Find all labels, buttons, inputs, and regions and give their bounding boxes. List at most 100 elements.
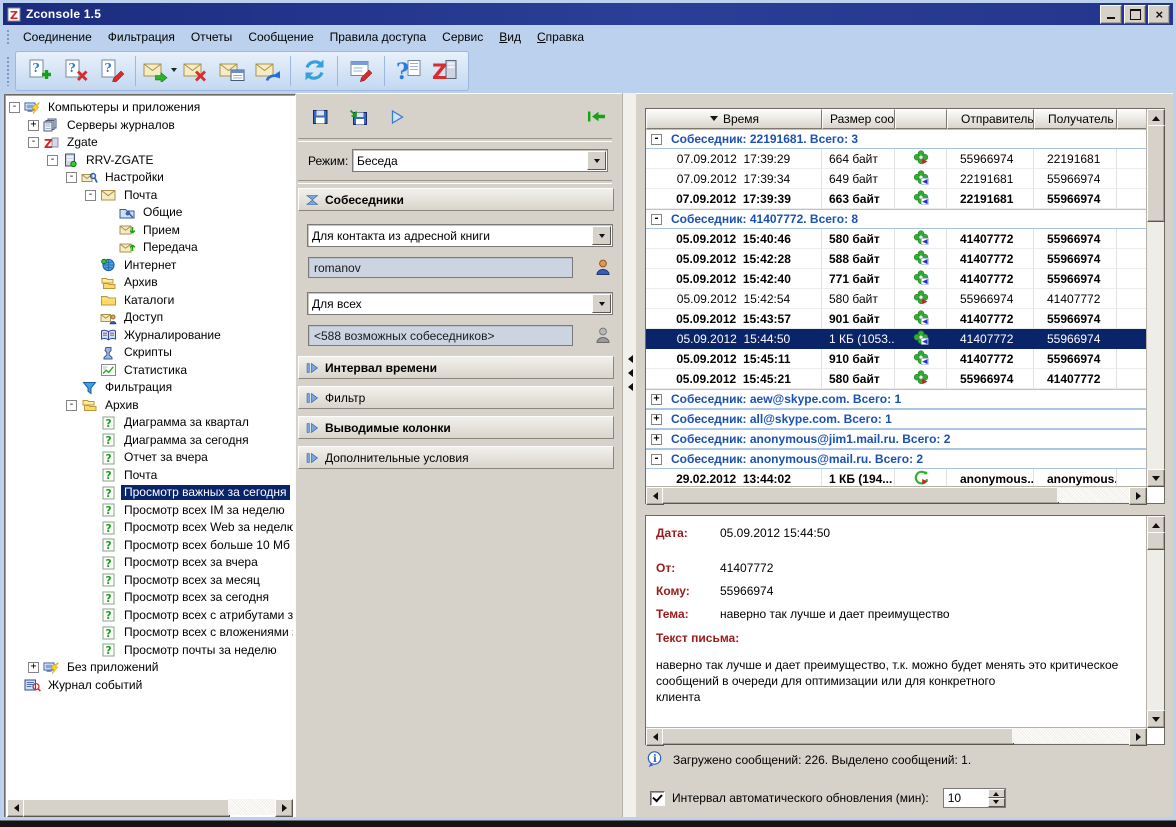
section-extra-conditions[interactable]: Дополнительные условия	[298, 446, 614, 469]
scroll-right-button[interactable]	[275, 799, 293, 817]
message-row[interactable]: 05.09.2012 15:44:501 КБ (1053...41407772…	[646, 329, 1147, 349]
tree-item[interactable]: Фильтрация	[7, 379, 293, 397]
tree-item[interactable]: ?Диаграмма за сегодня	[7, 432, 293, 450]
tree-item-label[interactable]: Просмотр всех с вложениями з	[121, 625, 293, 640]
table-vertical-scrollbar[interactable]	[1146, 109, 1164, 487]
tree-item[interactable]: ?Просмотр всех больше 10 Мб	[7, 537, 293, 555]
group-row[interactable]: +Собеседник: anonymous@jim1.mail.ru. Все…	[646, 429, 1147, 449]
tree-item[interactable]: ?Почта	[7, 467, 293, 485]
collapse-box[interactable]: -	[651, 214, 662, 225]
contact1-filter-combobox[interactable]: Для контакта из адресной книги	[307, 224, 613, 247]
tree-item[interactable]: Журналирование	[7, 327, 293, 345]
save-as-button[interactable]	[348, 108, 370, 128]
scrollbar-thumb[interactable]	[23, 799, 230, 817]
maximize-button[interactable]	[1124, 5, 1146, 24]
section-filter[interactable]: Фильтр	[298, 386, 614, 409]
message-row[interactable]: 05.09.2012 15:42:28588 байт4140777255966…	[646, 249, 1147, 269]
tree-item[interactable]: Скрипты	[7, 344, 293, 362]
scrollbar-thumb[interactable]	[662, 487, 1059, 504]
tree-item[interactable]: Каталоги	[7, 292, 293, 310]
tree-item-label[interactable]: Каталоги	[121, 293, 177, 308]
tree-item-label[interactable]: Передача	[140, 240, 201, 255]
tree-item-label[interactable]: Фильтрация	[102, 380, 175, 395]
tree-item-label[interactable]: Скрипты	[121, 345, 175, 360]
contact2-filter-combobox[interactable]: Для всех	[307, 292, 613, 315]
run-query-button[interactable]	[386, 108, 408, 128]
tree-item[interactable]: Доступ	[7, 309, 293, 327]
tree-item-label[interactable]: Отчет за вчера	[121, 450, 211, 465]
dropdown-arrow-icon[interactable]	[592, 294, 611, 313]
tree-item[interactable]: -ZZgate	[7, 134, 293, 152]
tree-item[interactable]: ?Просмотр всех с вложениями з	[7, 624, 293, 642]
tree-item-label[interactable]: Диаграмма за сегодня	[121, 433, 252, 448]
tree-item-label[interactable]: Журнал событий	[45, 678, 145, 693]
menu-item-отчеты[interactable]: Отчеты	[183, 27, 240, 47]
auto-refresh-checkbox[interactable]	[650, 791, 665, 806]
tree-item-label[interactable]: Серверы журналов	[64, 118, 178, 133]
tree-item-label[interactable]: Просмотр важных за сегодня	[121, 485, 290, 500]
scroll-right-button[interactable]	[1129, 728, 1147, 746]
group-row[interactable]: +Собеседник: all@skype.com. Всего: 1	[646, 409, 1147, 429]
message-row[interactable]: 05.09.2012 15:40:46580 байт4140777255966…	[646, 229, 1147, 249]
column-header-Получатель[interactable]: Получатель	[1034, 109, 1117, 129]
tree-item[interactable]: ?Просмотр всех Web за неделю	[7, 519, 293, 537]
message-row[interactable]: 05.09.2012 15:42:40771 байт4140777255966…	[646, 269, 1147, 289]
scroll-right-button[interactable]	[1129, 487, 1147, 505]
message-row[interactable]: 07.09.2012 17:39:39663 байт2219168155966…	[646, 189, 1147, 209]
about-zgate-button[interactable]: Z	[426, 54, 462, 88]
scrollbar-thumb[interactable]	[662, 728, 1014, 745]
tree-item-label[interactable]: Статистика	[121, 363, 190, 378]
scrollbar-thumb[interactable]	[1147, 125, 1165, 222]
person-icon[interactable]	[594, 258, 612, 276]
tree-item-label[interactable]: Просмотр почты за неделю	[121, 643, 280, 658]
tree-item-label[interactable]: Журналирование	[121, 328, 224, 343]
message-row[interactable]: 07.09.2012 17:39:34649 байт2219168155966…	[646, 169, 1147, 189]
collapse-box[interactable]: -	[651, 454, 662, 465]
tree-horizontal-scrollbar[interactable]	[7, 799, 293, 815]
tree-item-label[interactable]: Zgate	[64, 135, 101, 150]
help-button[interactable]: ?	[390, 54, 426, 88]
tree-item-label[interactable]: Просмотр всех IM за неделю	[121, 503, 288, 518]
collapse-box[interactable]: -	[85, 190, 96, 201]
tree-item-label[interactable]: Почта	[121, 468, 160, 483]
save-button[interactable]	[310, 108, 332, 128]
menu-item-правила-доступа[interactable]: Правила доступа	[322, 27, 435, 47]
mode-combobox[interactable]: Беседа	[352, 149, 608, 172]
expand-box[interactable]: +	[28, 120, 39, 131]
forward-message-button[interactable]	[141, 54, 177, 88]
tree-item-label[interactable]: Прием	[140, 223, 183, 238]
column-header-icon[interactable]	[895, 109, 947, 129]
tree-item-label[interactable]: Общие	[140, 205, 185, 220]
group-row[interactable]: +Собеседник: aew@skype.com. Всего: 1	[646, 389, 1147, 409]
spin-up-button[interactable]	[988, 789, 1005, 798]
collapse-box[interactable]: -	[9, 102, 20, 113]
tree-item[interactable]: +Без приложений	[7, 659, 293, 677]
menu-item-справка[interactable]: Справка	[529, 27, 592, 47]
tree-item[interactable]: ?Просмотр почты за неделю	[7, 642, 293, 660]
tree-item[interactable]: -Почта	[7, 187, 293, 205]
message-row[interactable]: 07.09.2012 17:39:29664 байт5596697422191…	[646, 149, 1147, 169]
tree-item[interactable]: ?Просмотр всех за месяц	[7, 572, 293, 590]
tree-item[interactable]: Общие	[7, 204, 293, 222]
scrollbar-track[interactable]	[1012, 728, 1131, 743]
tree-item[interactable]: -Компьютеры и приложения	[7, 99, 293, 117]
close-button[interactable]: ×	[1148, 5, 1170, 24]
resend-message-button[interactable]	[249, 54, 285, 88]
tree-item[interactable]: ?Просмотр всех с атрибутами за	[7, 607, 293, 625]
tree-item-label[interactable]: Просмотр всех за вчера	[121, 555, 261, 570]
dropdown-caret-icon[interactable]	[171, 68, 177, 75]
tree-item[interactable]: Интернет	[7, 257, 293, 275]
message-row[interactable]: 29.02.2012 13:44:021 КБ (194...anonymous…	[646, 469, 1147, 487]
tree-item-label[interactable]: Просмотр всех больше 10 Мб	[121, 538, 293, 553]
collapse-box[interactable]: -	[66, 400, 77, 411]
expand-box[interactable]: +	[651, 434, 662, 445]
message-row[interactable]: 05.09.2012 15:45:21580 байт5596697441407…	[646, 369, 1147, 389]
scrollbar-thumb[interactable]	[1147, 532, 1165, 550]
column-header-Время[interactable]: Время	[646, 109, 822, 129]
tree-item[interactable]: Статистика	[7, 362, 293, 380]
tree-item[interactable]: ?Просмотр всех IM за неделю	[7, 502, 293, 520]
menu-item-сервис[interactable]: Сервис	[434, 27, 491, 47]
title-bar[interactable]: Z Zconsole 1.5 ×	[3, 3, 1173, 25]
tree-item[interactable]: -Архив	[7, 397, 293, 415]
spin-down-button[interactable]	[988, 798, 1005, 807]
